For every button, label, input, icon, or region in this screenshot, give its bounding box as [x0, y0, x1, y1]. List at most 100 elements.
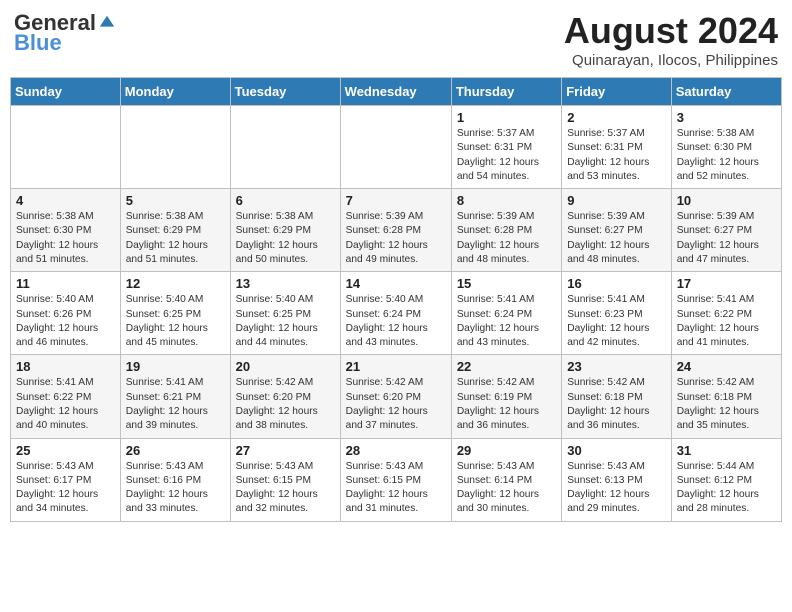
day-number: 23 — [567, 359, 665, 374]
calendar-header-thursday: Thursday — [451, 78, 561, 106]
calendar-cell-week1-day6: 2 Sunrise: 5:37 AM Sunset: 6:31 PM Daylig… — [562, 106, 671, 189]
day-number: 29 — [457, 443, 556, 458]
calendar-cell-week3-day2: 12 Sunrise: 5:40 AM Sunset: 6:25 PM Dayli… — [120, 272, 230, 355]
day-number: 17 — [677, 276, 776, 291]
calendar-cell-week1-day1 — [11, 106, 121, 189]
calendar-cell-week2-day3: 6 Sunrise: 5:38 AM Sunset: 6:29 PM Daylig… — [230, 189, 340, 272]
day-number: 8 — [457, 193, 556, 208]
day-info: Sunrise: 5:43 AM Sunset: 6:17 PM Dayligh… — [16, 460, 115, 517]
calendar-cell-week5-day7: 31Sunrise: 5:44 AM Sunset: 6:12 PM Dayli… — [671, 438, 781, 521]
calendar-cell-week2-day4: 7Sunrise: 5:39 AM Sunset: 6:28 PM Daylig… — [340, 189, 451, 272]
calendar-header-wednesday: Wednesday — [340, 78, 451, 106]
calendar-cell-week5-day3: 27 Sunrise: 5:43 AM Sunset: 6:15 PM Dayli… — [230, 438, 340, 521]
day-number: 15 — [457, 276, 556, 291]
day-number: 27 — [236, 443, 335, 458]
calendar-cell-week3-day7: 17Sunrise: 5:41 AM Sunset: 6:22 PM Dayli… — [671, 272, 781, 355]
day-info: Sunrise: 5:39 AM Sunset: 6:28 PM Dayligh… — [457, 210, 556, 267]
day-number: 24 — [677, 359, 776, 374]
calendar-header-sunday: Sunday — [11, 78, 121, 106]
day-info: Sunrise: 5:41 AM Sunset: 6:24 PM Dayligh… — [457, 293, 556, 350]
location: Quinarayan, Ilocos, Philippines — [564, 52, 778, 69]
day-number: 3 — [677, 110, 776, 125]
day-info: Sunrise: 5:42 AM Sunset: 6:20 PM Dayligh… — [346, 376, 446, 433]
calendar-cell-week5-day2: 26Sunrise: 5:43 AM Sunset: 6:16 PM Dayli… — [120, 438, 230, 521]
day-info: Sunrise: 5:41 AM Sunset: 6:21 PM Dayligh… — [126, 376, 225, 433]
day-number: 14 — [346, 276, 446, 291]
day-info: Sunrise: 5:43 AM Sunset: 6:13 PM Dayligh… — [567, 460, 665, 517]
day-info: Sunrise: 5:43 AM Sunset: 6:14 PM Dayligh… — [457, 460, 556, 517]
calendar-cell-week5-day1: 25 Sunrise: 5:43 AM Sunset: 6:17 PM Dayli… — [11, 438, 121, 521]
day-info: Sunrise: 5:38 AM Sunset: 6:29 PM Dayligh… — [236, 210, 335, 267]
day-info: Sunrise: 5:40 AM Sunset: 6:25 PM Dayligh… — [126, 293, 225, 350]
calendar-cell-week5-day6: 30 Sunrise: 5:43 AM Sunset: 6:13 PM Dayli… — [562, 438, 671, 521]
calendar-cell-week3-day5: 15 Sunrise: 5:41 AM Sunset: 6:24 PM Dayli… — [451, 272, 561, 355]
day-number: 19 — [126, 359, 225, 374]
day-info: Sunrise: 5:40 AM Sunset: 6:25 PM Dayligh… — [236, 293, 335, 350]
day-info: Sunrise: 5:39 AM Sunset: 6:28 PM Dayligh… — [346, 210, 446, 267]
day-number: 9 — [567, 193, 665, 208]
day-number: 25 — [16, 443, 115, 458]
calendar-cell-week2-day1: 4 Sunrise: 5:38 AM Sunset: 6:30 PM Daylig… — [11, 189, 121, 272]
calendar-cell-week5-day4: 28 Sunrise: 5:43 AM Sunset: 6:15 PM Dayli… — [340, 438, 451, 521]
day-info: Sunrise: 5:43 AM Sunset: 6:15 PM Dayligh… — [346, 460, 446, 517]
calendar-cell-week4-day2: 19 Sunrise: 5:41 AM Sunset: 6:21 PM Dayli… — [120, 355, 230, 438]
day-number: 10 — [677, 193, 776, 208]
calendar-cell-week3-day6: 16 Sunrise: 5:41 AM Sunset: 6:23 PM Dayli… — [562, 272, 671, 355]
day-info: Sunrise: 5:41 AM Sunset: 6:22 PM Dayligh… — [16, 376, 115, 433]
day-number: 13 — [236, 276, 335, 291]
day-info: Sunrise: 5:38 AM Sunset: 6:29 PM Dayligh… — [126, 210, 225, 267]
day-number: 21 — [346, 359, 446, 374]
calendar-cell-week4-day1: 18 Sunrise: 5:41 AM Sunset: 6:22 PM Dayli… — [11, 355, 121, 438]
day-number: 2 — [567, 110, 665, 125]
calendar-cell-week3-day1: 11 Sunrise: 5:40 AM Sunset: 6:26 PM Dayli… — [11, 272, 121, 355]
calendar-cell-week4-day4: 21 Sunrise: 5:42 AM Sunset: 6:20 PM Dayli… — [340, 355, 451, 438]
calendar-cell-week1-day3 — [230, 106, 340, 189]
calendar-header-friday: Friday — [562, 78, 671, 106]
day-info: Sunrise: 5:42 AM Sunset: 6:19 PM Dayligh… — [457, 376, 556, 433]
day-info: Sunrise: 5:39 AM Sunset: 6:27 PM Dayligh… — [677, 210, 776, 267]
page-header: General Blue August 2024 Quinarayan, Ilo… — [10, 10, 782, 69]
calendar-cell-week2-day2: 5 Sunrise: 5:38 AM Sunset: 6:29 PM Daylig… — [120, 189, 230, 272]
calendar-cell-week2-day7: 10 Sunrise: 5:39 AM Sunset: 6:27 PM Dayli… — [671, 189, 781, 272]
day-info: Sunrise: 5:37 AM Sunset: 6:31 PM Dayligh… — [567, 127, 665, 184]
day-info: Sunrise: 5:43 AM Sunset: 6:15 PM Dayligh… — [236, 460, 335, 517]
day-info: Sunrise: 5:39 AM Sunset: 6:27 PM Dayligh… — [567, 210, 665, 267]
day-number: 30 — [567, 443, 665, 458]
calendar-cell-week2-day5: 8 Sunrise: 5:39 AM Sunset: 6:28 PM Daylig… — [451, 189, 561, 272]
calendar-cell-week1-day7: 3 Sunrise: 5:38 AM Sunset: 6:30 PM Daylig… — [671, 106, 781, 189]
calendar-cell-week4-day3: 20 Sunrise: 5:42 AM Sunset: 6:20 PM Dayli… — [230, 355, 340, 438]
calendar-cell-week5-day5: 29 Sunrise: 5:43 AM Sunset: 6:14 PM Dayli… — [451, 438, 561, 521]
day-info: Sunrise: 5:40 AM Sunset: 6:24 PM Dayligh… — [346, 293, 446, 350]
calendar-cell-week1-day4 — [340, 106, 451, 189]
day-info: Sunrise: 5:41 AM Sunset: 6:23 PM Dayligh… — [567, 293, 665, 350]
logo-blue-text: Blue — [14, 30, 62, 56]
logo-icon — [98, 14, 116, 32]
day-number: 11 — [16, 276, 115, 291]
calendar-week-1: 1Sunrise: 5:37 AM Sunset: 6:31 PM Daylig… — [11, 106, 782, 189]
day-info: Sunrise: 5:38 AM Sunset: 6:30 PM Dayligh… — [16, 210, 115, 267]
calendar-cell-week2-day6: 9 Sunrise: 5:39 AM Sunset: 6:27 PM Daylig… — [562, 189, 671, 272]
day-info: Sunrise: 5:43 AM Sunset: 6:16 PM Dayligh… — [126, 460, 225, 517]
logo: General Blue — [14, 10, 116, 56]
calendar-cell-week3-day4: 14 Sunrise: 5:40 AM Sunset: 6:24 PM Dayli… — [340, 272, 451, 355]
day-number: 4 — [16, 193, 115, 208]
day-number: 28 — [346, 443, 446, 458]
day-info: Sunrise: 5:42 AM Sunset: 6:18 PM Dayligh… — [677, 376, 776, 433]
calendar-header-saturday: Saturday — [671, 78, 781, 106]
day-number: 16 — [567, 276, 665, 291]
calendar-cell-week3-day3: 13 Sunrise: 5:40 AM Sunset: 6:25 PM Dayli… — [230, 272, 340, 355]
calendar-week-3: 11 Sunrise: 5:40 AM Sunset: 6:26 PM Dayli… — [11, 272, 782, 355]
calendar-cell-week1-day2 — [120, 106, 230, 189]
calendar-table: SundayMondayTuesdayWednesdayThursdayFrid… — [10, 77, 782, 522]
day-info: Sunrise: 5:40 AM Sunset: 6:26 PM Dayligh… — [16, 293, 115, 350]
day-number: 20 — [236, 359, 335, 374]
day-number: 5 — [126, 193, 225, 208]
day-number: 6 — [236, 193, 335, 208]
calendar-cell-week1-day5: 1Sunrise: 5:37 AM Sunset: 6:31 PM Daylig… — [451, 106, 561, 189]
calendar-header-row: SundayMondayTuesdayWednesdayThursdayFrid… — [11, 78, 782, 106]
day-info: Sunrise: 5:38 AM Sunset: 6:30 PM Dayligh… — [677, 127, 776, 184]
calendar-week-2: 4 Sunrise: 5:38 AM Sunset: 6:30 PM Daylig… — [11, 189, 782, 272]
day-number: 18 — [16, 359, 115, 374]
day-info: Sunrise: 5:42 AM Sunset: 6:20 PM Dayligh… — [236, 376, 335, 433]
day-number: 12 — [126, 276, 225, 291]
